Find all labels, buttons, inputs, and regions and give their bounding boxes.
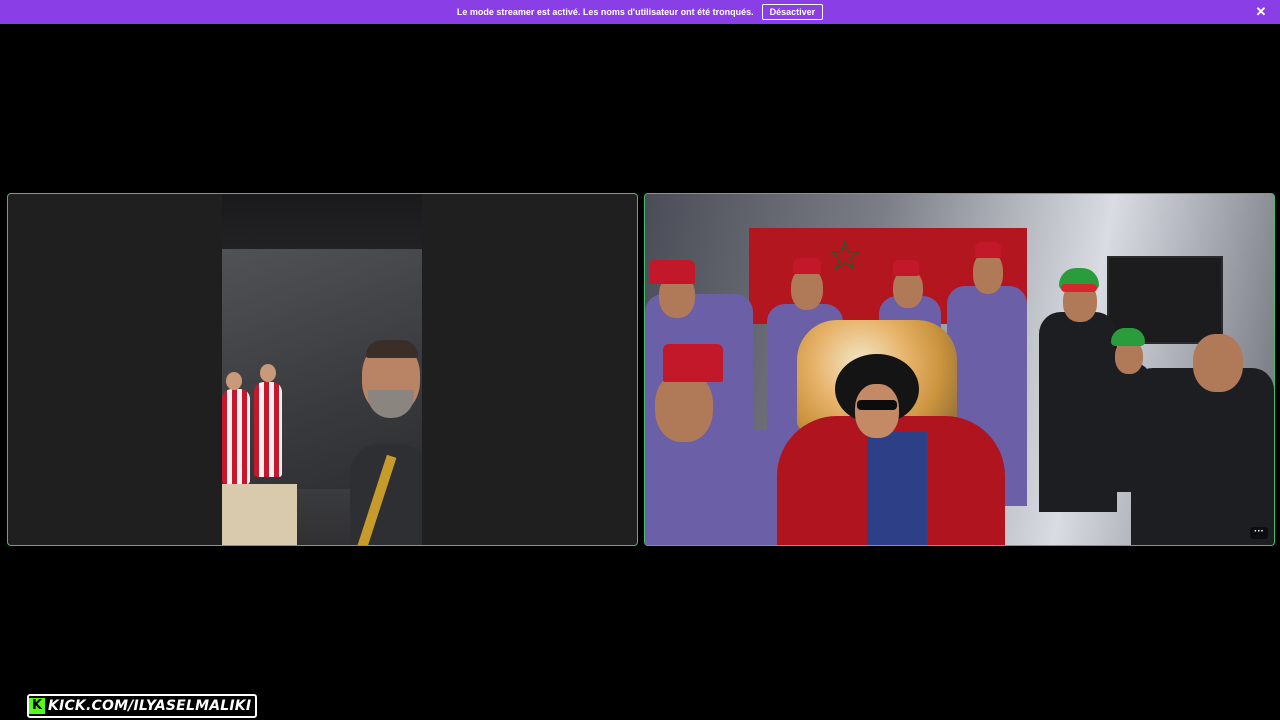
close-icon[interactable]: ✕ bbox=[1254, 5, 1268, 19]
kick-logo-icon: K bbox=[29, 698, 45, 714]
player-head bbox=[226, 372, 242, 390]
fez-hat bbox=[975, 242, 1001, 258]
person-face bbox=[1193, 334, 1243, 392]
person-face bbox=[791, 268, 823, 310]
streamer-mode-banner: Le mode streamer est activé. Les noms d'… bbox=[0, 0, 1280, 24]
person-black-jacket bbox=[1131, 368, 1274, 545]
player-figure bbox=[222, 389, 250, 484]
video-tile-left[interactable] bbox=[7, 193, 638, 546]
person-face bbox=[655, 372, 713, 442]
flag-star-icon: ☆ bbox=[826, 232, 864, 279]
kick-watermark: K KICK.COM/ILYASELMALIKI bbox=[27, 694, 258, 718]
person-face bbox=[973, 252, 1003, 294]
man-hair bbox=[366, 340, 418, 358]
cardboard-box bbox=[222, 484, 297, 545]
player-figure bbox=[254, 382, 282, 477]
fez-hat bbox=[893, 260, 919, 276]
banner-message: Le mode streamer est activé. Les noms d'… bbox=[456, 7, 754, 17]
sunglasses bbox=[857, 400, 897, 410]
elf-hat-band bbox=[1061, 284, 1097, 292]
elf-hat bbox=[1111, 328, 1145, 346]
video-tile-right[interactable]: ☆ ··· bbox=[644, 193, 1275, 546]
person-face bbox=[855, 384, 899, 438]
player-head bbox=[260, 364, 276, 382]
more-options-button[interactable]: ··· bbox=[1250, 527, 1268, 539]
blue-robe bbox=[867, 432, 927, 545]
disable-streamer-mode-button[interactable]: Désactiver bbox=[761, 4, 824, 20]
fez-hat bbox=[663, 344, 723, 382]
portrait-video-feed bbox=[222, 194, 422, 545]
person-robe bbox=[645, 430, 783, 545]
fez-hat bbox=[649, 260, 695, 284]
fez-hat bbox=[793, 258, 821, 274]
watermark-text: KICK.COM/ILYASELMALIKI bbox=[48, 698, 252, 714]
